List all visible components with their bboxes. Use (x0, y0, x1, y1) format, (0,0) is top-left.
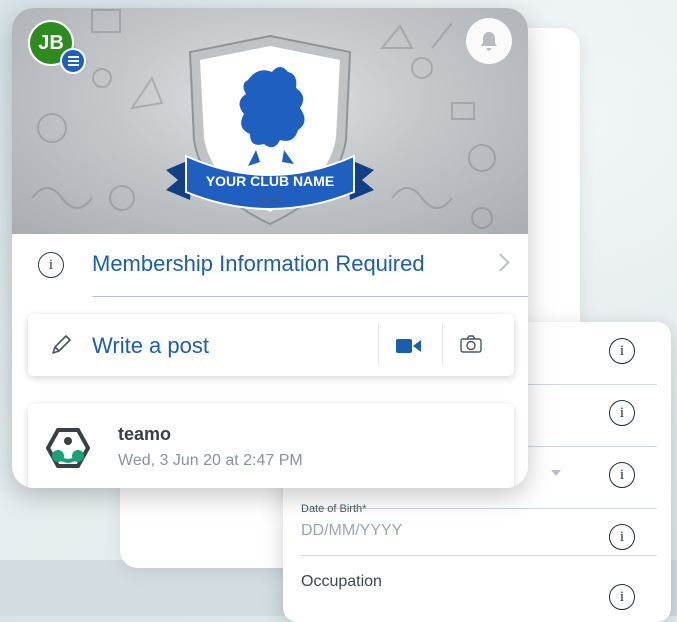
info-icon[interactable]: i (609, 462, 635, 488)
divider (378, 324, 379, 366)
info-icon: i (38, 252, 64, 278)
chevron-right-icon (491, 253, 510, 272)
teamo-logo-icon (46, 428, 90, 468)
club-banner: YOUR CLUB NAME EST 0000 (12, 8, 528, 234)
info-icon[interactable]: i (609, 584, 635, 610)
date-of-birth-field[interactable]: Date of Birth* DD/MM/YYYY i (301, 493, 657, 556)
club-est-text: EST 0000 (259, 198, 281, 204)
info-icon[interactable]: i (609, 524, 635, 550)
post-author[interactable]: teamo (118, 424, 171, 445)
club-name-text: YOUR CLUB NAME (206, 173, 334, 189)
write-post-placeholder: Write a post (92, 333, 209, 358)
membership-required-text: Membership Information Required (92, 251, 425, 276)
divider (442, 324, 443, 366)
date-of-birth-placeholder: DD/MM/YYYY (301, 522, 403, 539)
video-icon[interactable] (396, 338, 422, 354)
membership-required-banner[interactable]: i Membership Information Required (12, 234, 528, 298)
divider (92, 296, 528, 297)
info-icon[interactable]: i (609, 338, 635, 364)
occupation-label: Occupation (301, 573, 382, 590)
date-of-birth-label: Date of Birth* (301, 503, 367, 515)
occupation-field[interactable]: Occupation i (301, 555, 657, 617)
club-crest-logo: YOUR CLUB NAME EST 0000 (166, 34, 374, 226)
post-timestamp: Wed, 3 Jun 20 at 2:47 PM (118, 452, 303, 469)
bell-icon[interactable] (466, 18, 512, 64)
pencil-icon (52, 335, 71, 354)
write-post-composer[interactable]: Write a post (28, 314, 514, 376)
chevron-down-icon (551, 470, 561, 476)
club-feed-card: YOUR CLUB NAME EST 0000 JB i Membership … (12, 8, 528, 488)
menu-icon[interactable] (60, 48, 86, 74)
feed-post[interactable]: teamo Wed, 3 Jun 20 at 2:47 PM (28, 404, 514, 488)
camera-icon[interactable] (460, 334, 482, 354)
info-icon[interactable]: i (609, 400, 635, 426)
